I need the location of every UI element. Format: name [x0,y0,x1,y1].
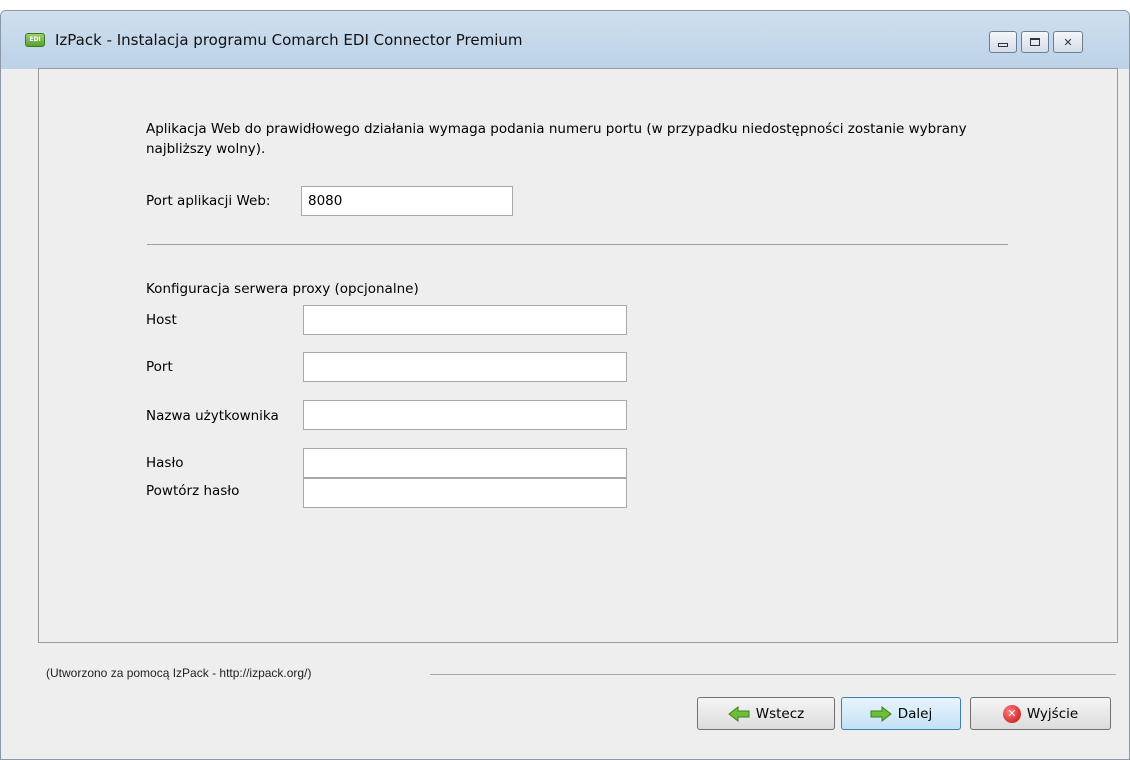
proxy-password-label: Hasło [146,455,184,471]
window-title: IzPack - Instalacja programu Comarch EDI… [55,31,523,49]
web-port-description: Aplikacja Web do prawidłowego działania … [146,121,967,157]
close-icon: ✕ [1063,35,1073,49]
back-button[interactable]: Wstecz [697,697,835,730]
next-button[interactable]: Dalej [841,697,961,730]
maximize-button[interactable] [1021,31,1049,53]
proxy-user-input[interactable] [303,400,627,430]
arrow-left-icon [727,705,750,722]
proxy-password-input[interactable] [303,448,627,478]
exit-icon: ✕ [1002,704,1021,723]
back-button-label: Wstecz [755,705,805,722]
minimize-button[interactable] [989,31,1017,53]
exit-button[interactable]: ✕ Wyjście [970,697,1111,730]
web-port-label: Port aplikacji Web: [146,193,271,209]
maximize-icon [1030,38,1040,46]
proxy-host-input[interactable] [303,305,627,335]
close-button[interactable]: ✕ [1053,31,1083,53]
app-icon: EDI [25,33,45,47]
proxy-host-label: Host [146,312,177,328]
footer-divider [430,674,1116,675]
proxy-heading: Konfiguracja serwera proxy (opcjonalne) [146,281,419,297]
title-bar[interactable]: EDI IzPack - Instalacja programu Comarch… [1,11,1129,69]
section-divider [147,244,1008,245]
proxy-repeat-password-label: Powtórz hasło [146,483,240,499]
arrow-right-icon [870,705,892,722]
proxy-repeat-password-input[interactable] [303,478,627,508]
content-panel: Aplikacja Web do prawidłowego działania … [38,68,1118,643]
exit-button-label: Wyjście [1026,705,1079,722]
proxy-user-label: Nazwa użytkownika [146,408,279,424]
izpack-credit: (Utworzono za pomocą IzPack - http://izp… [46,666,312,680]
proxy-port-label: Port [146,359,173,375]
minimize-icon [998,43,1008,47]
proxy-port-input[interactable] [303,352,627,382]
web-port-input[interactable] [301,186,513,216]
next-button-label: Dalej [897,705,933,722]
